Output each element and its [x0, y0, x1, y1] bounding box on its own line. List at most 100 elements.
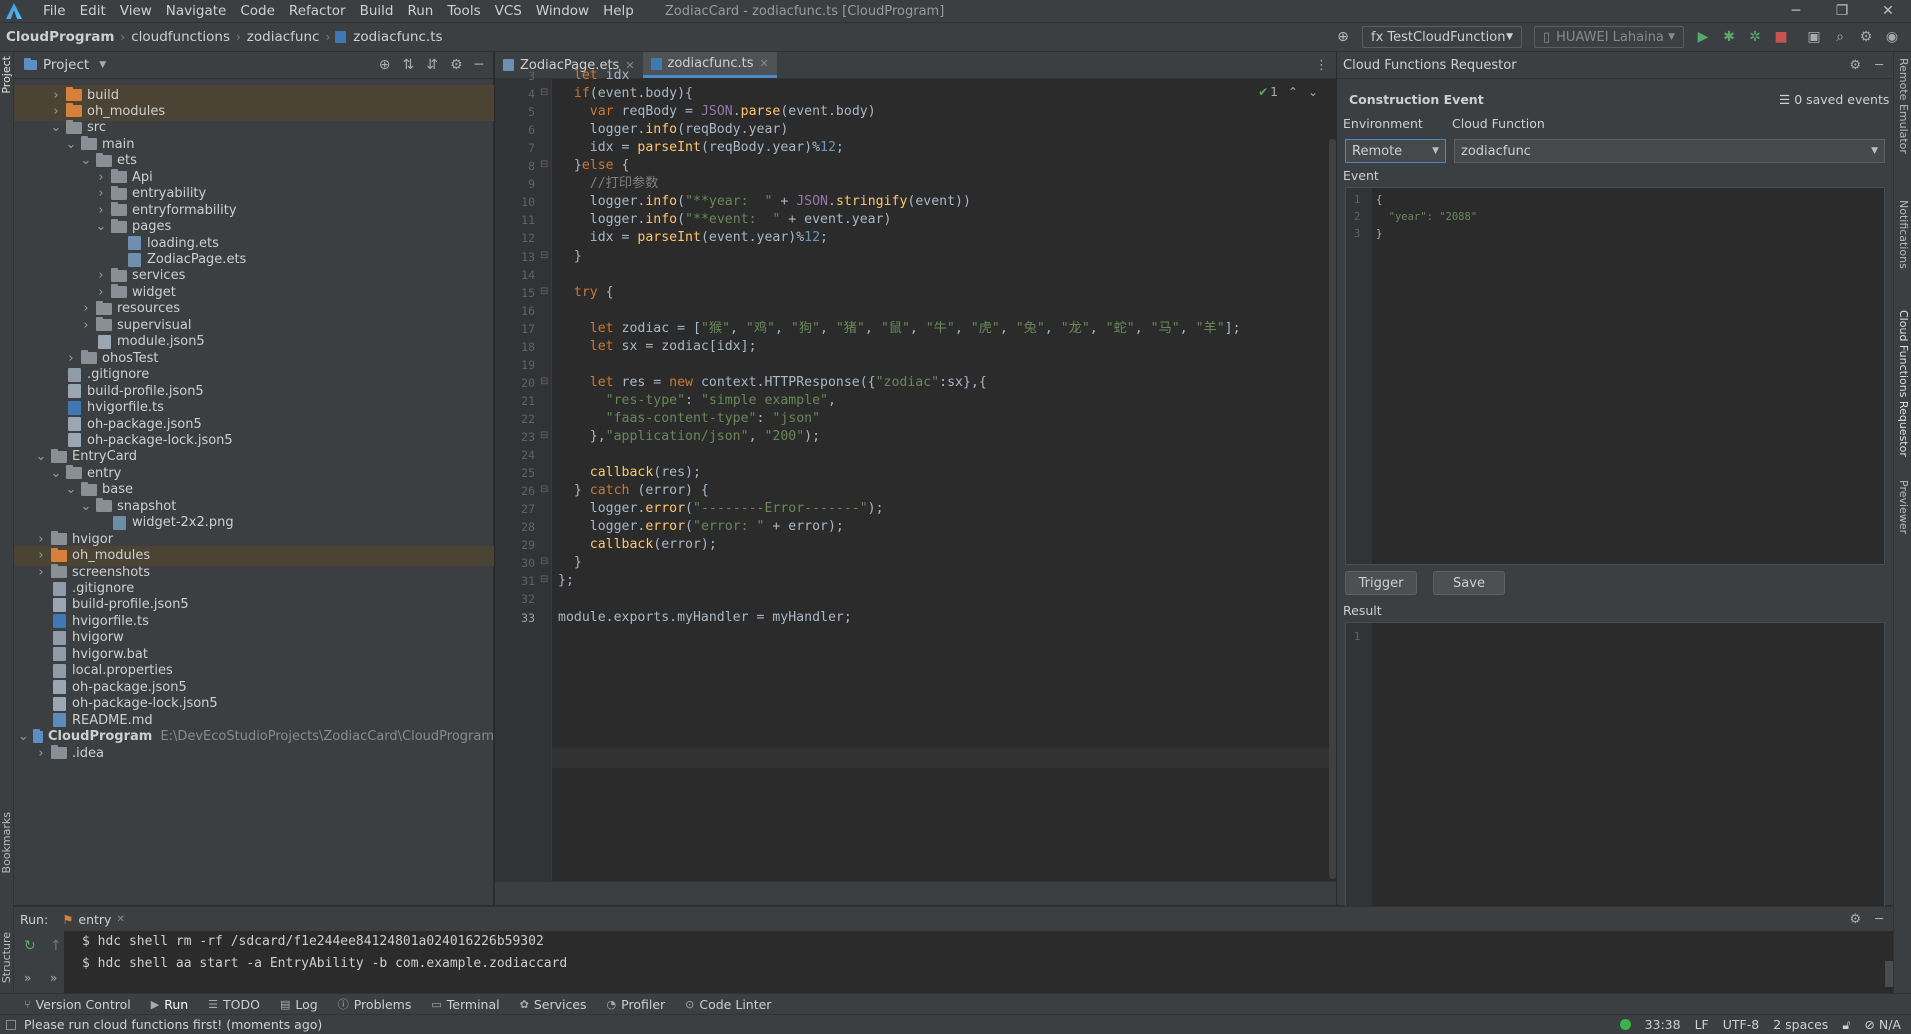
code-line[interactable]: } catch (error) { [558, 482, 709, 500]
project-tool-tab[interactable]: Project [0, 56, 14, 94]
saved-events[interactable]: ☰ 0 saved events [1779, 92, 1889, 107]
chevron-right-icon[interactable]: › [35, 746, 47, 761]
line-separator[interactable]: LF [1695, 1017, 1709, 1032]
breadcrumb-project[interactable]: CloudProgram [0, 29, 118, 45]
more-icon[interactable]: » [50, 971, 57, 985]
chevron-down-icon[interactable]: ⌄ [80, 153, 92, 168]
code-line[interactable]: if(event.body){ [558, 85, 693, 103]
minimize-icon[interactable]: ─ [1773, 3, 1819, 19]
chevron-down-icon[interactable]: ⌄ [50, 120, 62, 135]
menu-tools[interactable]: Tools [440, 3, 487, 19]
close-tab-icon[interactable]: ✕ [116, 914, 124, 925]
rerun-icon[interactable]: ↻ [24, 938, 36, 954]
inspection-widget[interactable]: ✔ 1 ⌃ ⌄ [1258, 85, 1318, 99]
menu-navigate[interactable]: Navigate [159, 3, 234, 19]
code-line[interactable]: logger.info(reqBody.year) [558, 121, 789, 139]
menu-view[interactable]: View [113, 3, 159, 19]
prev-highlight-icon[interactable]: ⌃ [1288, 85, 1298, 99]
code-line[interactable]: },"application/json", "200"); [558, 428, 820, 446]
menu-window[interactable]: Window [529, 3, 596, 19]
restore-icon[interactable]: ❐ [1819, 3, 1865, 19]
code-line[interactable]: idx = parseInt(reqBody.year)%12; [558, 139, 844, 157]
settings-icon[interactable]: ⚙ [1858, 29, 1874, 45]
event-editor[interactable]: 1 {2 "year": "2088" 3} [1345, 187, 1885, 565]
code-line[interactable]: try { [558, 284, 614, 302]
chevron-right-icon[interactable]: › [95, 203, 107, 218]
target-icon[interactable]: ⊕ [1335, 29, 1351, 45]
chevron-down-icon[interactable]: ⌄ [18, 729, 29, 744]
tool-services[interactable]: ✿ Services [520, 997, 587, 1012]
chevron-right-icon[interactable]: › [50, 104, 62, 119]
indent-setting[interactable]: 2 spaces [1773, 1017, 1828, 1032]
tool-profiler[interactable]: ◔ Profiler [607, 997, 666, 1012]
hide-icon[interactable]: ─ [1875, 912, 1883, 927]
menu-edit[interactable]: Edit [73, 3, 113, 19]
tree-item[interactable]: › .idea [14, 743, 494, 763]
scroll-up-icon[interactable]: ↑ [50, 938, 62, 954]
menu-vcs[interactable]: VCS [488, 3, 529, 19]
cloud-function-select[interactable]: zodiacfunc ▼ [1454, 139, 1885, 163]
locate-icon[interactable]: ⊕ [379, 57, 391, 73]
chevron-right-icon[interactable]: › [65, 351, 77, 366]
code-line[interactable]: let sx = zodiac[idx]; [558, 338, 757, 356]
breadcrumb-cloudfunctions[interactable]: cloudfunctions [127, 29, 234, 45]
chevron-right-icon[interactable]: › [80, 301, 92, 316]
code-line[interactable]: }else { [558, 157, 630, 175]
console-scrollbar[interactable] [1885, 961, 1893, 987]
project-title[interactable]: Project [43, 57, 89, 73]
code-line[interactable]: logger.error("error: " + error); [558, 518, 844, 536]
status-message[interactable]: Please run cloud functions first! (momen… [24, 1017, 322, 1032]
tool-problems[interactable]: ⓘ Problems [338, 996, 412, 1012]
chevron-down-icon[interactable]: ⌄ [35, 449, 47, 464]
fold-marker-icon[interactable]: ⊟ [540, 376, 548, 387]
code-line[interactable]: } [558, 554, 582, 572]
chevron-right-icon[interactable]: › [95, 186, 107, 201]
extra-status[interactable]: ⊘ N/A [1864, 1017, 1901, 1032]
run-config-select[interactable]: fx TestCloudFunction ▼ [1362, 26, 1522, 48]
tool-run[interactable]: ▶ Run [151, 997, 188, 1012]
notifications-tool-tab[interactable]: Notifications [1896, 200, 1910, 269]
menu-refactor[interactable]: Refactor [282, 3, 353, 19]
run-tab-entry[interactable]: ⚑ entry ✕ [62, 912, 125, 927]
debug-icon[interactable]: ✱ [1721, 29, 1737, 45]
tool-todo[interactable]: ☰ TODO [208, 997, 260, 1012]
run-console[interactable]: ↻ ↑ » » $ hdc shell rm -rf /sdcard/f1e24… [14, 931, 1893, 993]
code-line[interactable]: }; [558, 572, 574, 590]
more-tabs-icon[interactable]: ⋮ [1315, 58, 1336, 73]
event-code-line[interactable]: } [1376, 228, 1382, 240]
next-highlight-icon[interactable]: ⌄ [1308, 85, 1318, 99]
fold-marker-icon[interactable]: ⊟ [540, 87, 548, 98]
close-window-icon[interactable]: ✕ [1865, 3, 1911, 19]
fold-marker-icon[interactable]: ⊟ [540, 430, 548, 441]
code-line[interactable]: let res = new context.HTTPResponse({"zod… [558, 374, 987, 392]
file-encoding[interactable]: UTF-8 [1723, 1017, 1759, 1032]
cloud-functions-requestor-tool-tab[interactable]: Cloud Functions Requestor [1896, 310, 1910, 457]
device-select[interactable]: ▯ HUAWEI Lahaina ▼ [1534, 26, 1684, 48]
code-line[interactable]: } [558, 248, 582, 266]
run-icon[interactable]: ▶ [1695, 29, 1711, 45]
code-line[interactable]: "res-type": "simple example", [558, 392, 836, 410]
fold-marker-icon[interactable]: ⊟ [540, 159, 548, 170]
hide-icon[interactable]: ─ [475, 57, 483, 73]
hide-icon[interactable]: ─ [1875, 58, 1883, 73]
menu-help[interactable]: Help [596, 3, 641, 19]
trigger-button[interactable]: Trigger [1345, 571, 1417, 595]
menu-build[interactable]: Build [353, 3, 401, 19]
fold-marker-icon[interactable]: ⊟ [540, 574, 548, 585]
result-viewer[interactable]: 1 [1345, 622, 1885, 945]
bookmarks-tool-tab[interactable]: Bookmarks [0, 812, 14, 873]
chevron-down-icon[interactable]: ▼ [99, 60, 106, 70]
chevron-down-icon[interactable]: ⌄ [80, 499, 92, 514]
event-code-line[interactable]: "year": "2088" [1376, 211, 1478, 223]
tool-code-linter[interactable]: ⊙ Code Linter [685, 997, 771, 1012]
chevron-right-icon[interactable]: › [35, 532, 47, 547]
code-line[interactable]: let zodiac = ["猴", "鸡", "狗", "猪", "鼠", "… [558, 320, 1241, 338]
gear-icon[interactable]: ⚙ [1850, 58, 1862, 73]
lock-icon[interactable]: 🔓︎ [1842, 1017, 1850, 1033]
code-line[interactable]: callback(res); [558, 464, 701, 482]
tool-terminal[interactable]: ▭ Terminal [431, 997, 499, 1012]
code-editor[interactable]: 3 4 ⊟ 5 6 7 8 ⊟ 9 10 11 12 13 ⊟ 14 15 ⊟ 16 17 18 19 20 ⊟ 21 22 23… [495, 68, 1336, 881]
toggle-tool-windows-icon[interactable] [6, 1019, 16, 1030]
remote-emulator-tool-tab[interactable]: Remote Emulator [1896, 58, 1910, 154]
expand-all-icon[interactable]: ⇅ [403, 57, 415, 73]
